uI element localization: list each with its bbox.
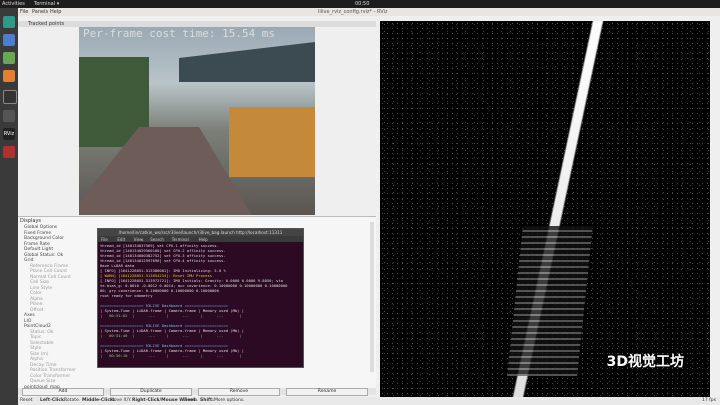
app-icon[interactable]	[3, 146, 15, 158]
display-tree-item[interactable]: Alpha	[30, 297, 43, 302]
display-tree-item[interactable]: Global Options	[24, 225, 57, 230]
terminal-menu-item[interactable]: View	[134, 237, 144, 242]
terminal-menu-item[interactable]: File	[101, 237, 108, 242]
display-tree-item[interactable]: Selectable	[30, 341, 54, 346]
rename-button[interactable]: Rename	[286, 388, 368, 396]
display-tree-item[interactable]: Offset	[30, 308, 44, 313]
display-tree-item[interactable]: Global Status: Ok	[24, 253, 63, 258]
menu-help[interactable]: Help	[50, 9, 61, 15]
menu-file[interactable]: File	[20, 9, 28, 15]
rviz-icon[interactable]: RViz	[3, 128, 15, 140]
display-tree-item[interactable]: Background Color	[24, 236, 64, 241]
display-tree-item[interactable]: Reference Frame	[30, 264, 68, 269]
display-tree-item[interactable]: Fixed Frame	[24, 231, 51, 236]
clock[interactable]: 00:50	[355, 1, 369, 7]
canopy-roof	[179, 42, 315, 82]
display-tree-item[interactable]: Decay Time	[30, 363, 57, 368]
reset-button[interactable]: Reset	[20, 398, 33, 403]
fps-readout: 17 fps	[702, 398, 716, 403]
display-tree-item[interactable]: Default Light	[24, 247, 53, 252]
display-tree-item[interactable]: Queue Size	[30, 379, 55, 384]
display-tree-item[interactable]: PointCloud2	[24, 324, 51, 329]
display-tree-item[interactable]: Line Style	[30, 286, 52, 291]
files-launcher-icon[interactable]	[3, 52, 15, 64]
terminal-menu-item[interactable]: Terminal	[172, 237, 189, 242]
display-tree-item[interactable]: Plane	[30, 302, 42, 307]
add-button[interactable]: Add	[22, 388, 104, 396]
cost-time-overlay: Per-frame cost time: 15.54 ms	[83, 27, 276, 40]
display-tree-item[interactable]: Axes	[24, 313, 35, 318]
status-bar: Reset Left-Click: Rotate. Middle-Click: …	[18, 397, 720, 405]
display-tree-item[interactable]: Color	[30, 291, 42, 296]
terminal-icon[interactable]	[3, 90, 17, 104]
rviz-menubar: File Panels Help lilive_rviz_config.rviz…	[18, 8, 720, 16]
camera-image: Per-frame cost time: 15.54 ms	[79, 27, 315, 215]
editor-launcher-icon[interactable]	[3, 70, 15, 82]
display-tree-item[interactable]: Grid	[24, 258, 33, 263]
launcher-dock: RViz	[0, 8, 18, 405]
displays-title: Displays	[20, 218, 42, 224]
display-tree-item[interactable]: Color Transformer	[30, 374, 70, 379]
display-tree-item[interactable]: Cell Size	[30, 280, 49, 285]
app-menu[interactable]: Terminal ▾	[34, 1, 59, 7]
terminal-menubar: File Edit View Search Terminal Help	[98, 236, 303, 242]
display-tree-item[interactable]: Normal Cell Count	[30, 275, 71, 280]
display-tree-item[interactable]: Status: Ok	[30, 330, 53, 335]
duplicate-button[interactable]: Duplicate	[110, 388, 192, 396]
display-tree-item[interactable]: Topic	[30, 335, 41, 340]
displays-button-bar: Add Duplicate Remove Rename	[18, 388, 376, 396]
displays-scrollbar[interactable]	[370, 222, 374, 372]
pointcloud-3d-view[interactable]: 3D视觉工坊	[380, 21, 710, 397]
terminal-output: thread_id [140134037569} set CPU-1 affin…	[100, 243, 301, 358]
orange-wall	[229, 107, 315, 177]
terminal-title: /home/lin/catkin_ws/src/r3live/launch/r3…	[98, 229, 303, 236]
settings-icon[interactable]	[3, 110, 15, 122]
system-top-bar: Activities Terminal ▾ 00:50	[0, 0, 720, 8]
window-title: lilive_rviz_config.rviz* - RViz	[318, 9, 388, 15]
display-tree-item[interactable]: Style	[30, 346, 41, 351]
display-tree-item[interactable]: Plane Cell Count	[30, 269, 67, 274]
terminal-menu-item[interactable]: Edit	[117, 237, 125, 242]
watermark-text: 3D视觉工坊	[606, 354, 684, 370]
display-tree-item[interactable]: Frame Rate	[24, 242, 50, 247]
terminal-launcher-icon[interactable]	[3, 16, 15, 28]
activities-button[interactable]: Activities	[2, 1, 25, 7]
terminal-line: | 00:56:10 | --- | --- | --- |	[100, 353, 242, 358]
display-tree-item[interactable]: Alpha	[30, 357, 43, 362]
terminal-menu-item[interactable]: Help	[199, 237, 208, 242]
display-tree-item[interactable]: LIO	[24, 319, 31, 324]
menu-panels[interactable]: Panels	[32, 9, 48, 15]
terminal-window[interactable]: /home/lin/catkin_ws/src/r3live/launch/r3…	[97, 228, 304, 368]
chrome-launcher-icon[interactable]	[3, 34, 15, 46]
display-tree-item[interactable]: Size (m)	[30, 352, 49, 357]
terminal-menu-item[interactable]: Search	[150, 237, 164, 242]
remove-button[interactable]: Remove	[198, 388, 280, 396]
display-tree-item[interactable]: Position Transformer	[30, 368, 76, 373]
